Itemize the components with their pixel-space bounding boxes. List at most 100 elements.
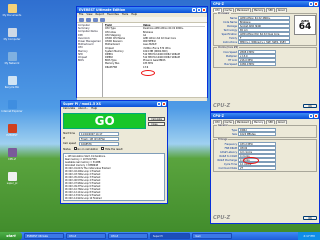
field-row: Bus Speed 1080.0 MHz — [216, 62, 276, 66]
desktop-app-icon — [7, 172, 17, 181]
field-value: Socket AM2 (940) — [238, 24, 290, 28]
desktop-icon-label: super_pi — [6, 182, 18, 185]
processor-group-title: Processor — [217, 12, 231, 15]
close-icon[interactable] — [162, 102, 166, 106]
tab-mainboard[interactable]: Mainboard — [234, 8, 251, 12]
go-on-label: Go on calculation — [77, 148, 99, 151]
amd-logo-64: 64 — [298, 21, 312, 32]
field-value: 433.2 MHz — [238, 142, 276, 146]
menu-item[interactable]: About... — [78, 107, 88, 111]
log-line: 0h 00m 16.313s Loop 11 finished — [65, 200, 163, 201]
column-field[interactable]: Field — [105, 24, 143, 27]
tab-about[interactable]: About — [275, 8, 287, 12]
close-icon[interactable] — [202, 8, 206, 12]
system-tray-clock: 2:17 PM — [298, 232, 320, 240]
menu-item[interactable]: Tools — [122, 13, 128, 17]
taskbar: start EVEREST Ultimate CPU-Z CPU-Z Super PI… — [0, 232, 320, 240]
menu-item[interactable]: Help — [91, 107, 97, 111]
menu-item[interactable]: Calculate — [63, 107, 75, 111]
field-label: HT Link — [228, 58, 237, 62]
desktop-icon-label: My Network — [4, 62, 20, 65]
minimize-icon[interactable] — [192, 8, 196, 12]
desktop-icon-label: CPU-Z — [8, 158, 16, 161]
tab-spd[interactable]: SPD — [266, 120, 275, 124]
maximize-icon[interactable] — [197, 8, 201, 12]
forward-icon[interactable] — [86, 18, 91, 22]
desktop-icon[interactable]: Internet Explorer — [1, 100, 23, 124]
row-field: DRAM:FSB — [105, 65, 117, 69]
desktop-icon[interactable]: CPU-Z — [2, 148, 22, 172]
cpuz-cpu-window: CPU-Z CPU Cache Mainboard Memory SPD About Pr… — [210, 0, 320, 112]
desktop-icon-label: EVEREST — [6, 134, 18, 137]
back-icon[interactable] — [79, 18, 84, 22]
desktop-icon[interactable]: My Documents — [2, 4, 22, 28]
go-indicator: GO — [63, 113, 147, 129]
menu-item[interactable]: Favorites — [107, 13, 119, 17]
desktop-icon[interactable]: Recycle Bin — [2, 76, 22, 100]
menu-item[interactable]: Help — [131, 13, 137, 17]
field-label: Code Name — [223, 20, 237, 24]
field-label: CAS# Latency — [219, 150, 237, 154]
field-value: 2T — [238, 166, 276, 170]
tab-memory[interactable]: Memory — [251, 8, 266, 12]
field-label: RAS# to CAS# — [219, 154, 237, 158]
tab-mainboard[interactable]: Mainboard — [234, 120, 251, 124]
timings-group: Timings Frequency 433.2 MHz FSB:DRAM CPU/6 C… — [213, 138, 317, 172]
taskbar-button[interactable]: Super PI — [150, 233, 190, 239]
desktop-icon[interactable]: My Computer — [2, 28, 22, 52]
close-icon[interactable] — [314, 2, 318, 6]
report-icon[interactable] — [100, 18, 105, 22]
menu-item[interactable]: Report — [96, 13, 105, 17]
log-output[interactable]: + 1M Calculation Start. 19 iterations. Re… — [63, 153, 165, 201]
hide-result-label: Hide the result — [104, 148, 123, 151]
taskbar-button[interactable]: CPU-Z — [66, 233, 106, 239]
taskbar-button[interactable]: EVEREST Ultimate — [24, 233, 64, 239]
superpi-window: Super PI / mod1.5 XS Calculate About... He… — [60, 100, 168, 204]
ok-button[interactable]: OK — [303, 103, 317, 109]
refresh-icon[interactable] — [93, 18, 98, 22]
general-group: General Type DDR2 Size 1024 MBytes — [213, 124, 317, 138]
close-icon[interactable] — [314, 114, 318, 118]
start-time-label: Start time — [63, 132, 76, 135]
row-value: 13:6 — [143, 65, 149, 69]
cpuz-title: CPU-Z — [213, 2, 224, 6]
field-label: Core Speed — [223, 50, 237, 54]
field-label: Specification — [221, 32, 237, 36]
field-value: x 13.0 — [238, 54, 276, 58]
desktop-icon[interactable]: EVEREST — [2, 124, 22, 148]
field-row: Size 1024 MBytes — [216, 132, 276, 136]
minimize-icon[interactable] — [309, 114, 313, 118]
taskbar-button[interactable]: CPU-Z — [108, 233, 148, 239]
taskbar-button[interactable]: mem — [192, 233, 232, 239]
everest-tree: Computer Summary Computer Name DMI Overclock… — [77, 23, 103, 97]
column-value[interactable]: Value — [143, 24, 150, 27]
general-group-title: General — [217, 124, 229, 127]
field-value: AMD Athlon(tm) 64 X2 Dual Core — [238, 32, 290, 36]
desktop-icon-label: My Documents — [2, 14, 22, 17]
minimize-icon[interactable] — [157, 102, 161, 106]
menu-item[interactable]: View — [86, 13, 92, 17]
minimize-icon[interactable] — [309, 2, 313, 6]
start-button[interactable]: start — [0, 232, 22, 240]
desktop-icon[interactable]: My Network — [2, 52, 22, 76]
field-label: Size — [232, 132, 237, 136]
tab-memory[interactable]: Memory — [251, 120, 266, 124]
field-value: 4.0 clocks — [238, 150, 276, 154]
desktop-app-icon — [7, 76, 17, 85]
desktop-app-icon — [7, 100, 17, 109]
tab-spd[interactable]: SPD — [266, 8, 275, 12]
everest-window: EVEREST Ultimate Edition File View Report F… — [76, 6, 208, 101]
desktop-icon[interactable]: super_pi — [2, 172, 22, 196]
status-label: Status — [63, 147, 71, 151]
field-value: 1080.0 MHz — [238, 62, 276, 66]
field-value: 4 clocks — [238, 154, 276, 158]
cpuz-title: CPU-Z — [213, 114, 224, 118]
hide-result-checkbox[interactable] — [101, 147, 105, 150]
table-row[interactable]: DRAM:FSB 13:6 — [105, 66, 205, 69]
tab-about[interactable]: About — [275, 120, 287, 124]
ok-button[interactable]: OK — [303, 215, 317, 221]
close-button[interactable]: Close — [148, 121, 165, 126]
tree-item[interactable]: BIOS — [78, 59, 101, 62]
calculate-button[interactable]: Calculate — [148, 116, 165, 121]
menu-item[interactable]: File — [79, 13, 83, 17]
